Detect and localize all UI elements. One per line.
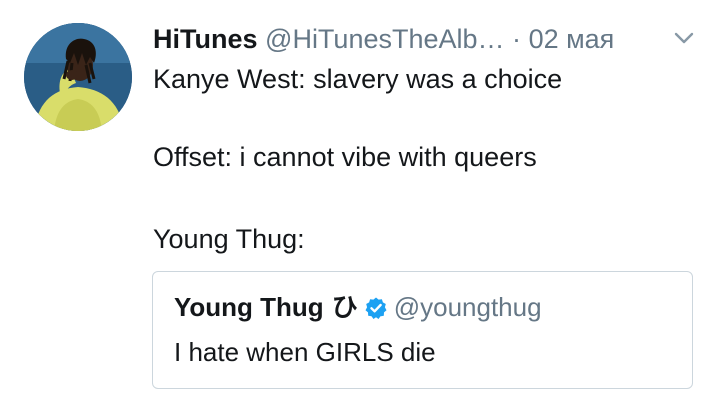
quoted-name-glyph: ひ [331, 292, 358, 322]
tweet-text-line: Young Thug: [153, 224, 305, 254]
quoted-tweet-text: I hate when GIRLS die [174, 337, 436, 367]
avatar[interactable] [24, 23, 132, 131]
tweet-text-line: Kanye West: slavery was a choice [153, 64, 563, 94]
quoted-tweet[interactable]: Young Thug ひ @youngthug I hate when GIRLS … [152, 271, 693, 389]
chevron-down-icon [674, 32, 694, 44]
quoted-handle: @youngthug [393, 292, 542, 322]
more-options-button[interactable] [672, 28, 696, 48]
quoted-display-name: Young Thug [174, 292, 324, 322]
author-handle[interactable]: @HiTunesTheAlb… [265, 24, 505, 54]
tweet-header: HiTunes @HiTunesTheAlb… · 02 мая [153, 22, 693, 56]
quoted-tweet-header: Young Thug ひ @youngthug [174, 290, 542, 324]
tweet-date[interactable]: 02 мая [529, 24, 615, 54]
author-display-name[interactable]: HiTunes [153, 24, 258, 54]
tweet-text-line: Offset: i cannot vibe with queers [153, 142, 537, 172]
tweet[interactable]: HiTunes @HiTunesTheAlb… · 02 мая Kanye W… [0, 0, 720, 409]
verified-badge-icon [364, 294, 388, 319]
separator-dot: · [512, 24, 522, 54]
profile-photo-icon [24, 23, 132, 131]
